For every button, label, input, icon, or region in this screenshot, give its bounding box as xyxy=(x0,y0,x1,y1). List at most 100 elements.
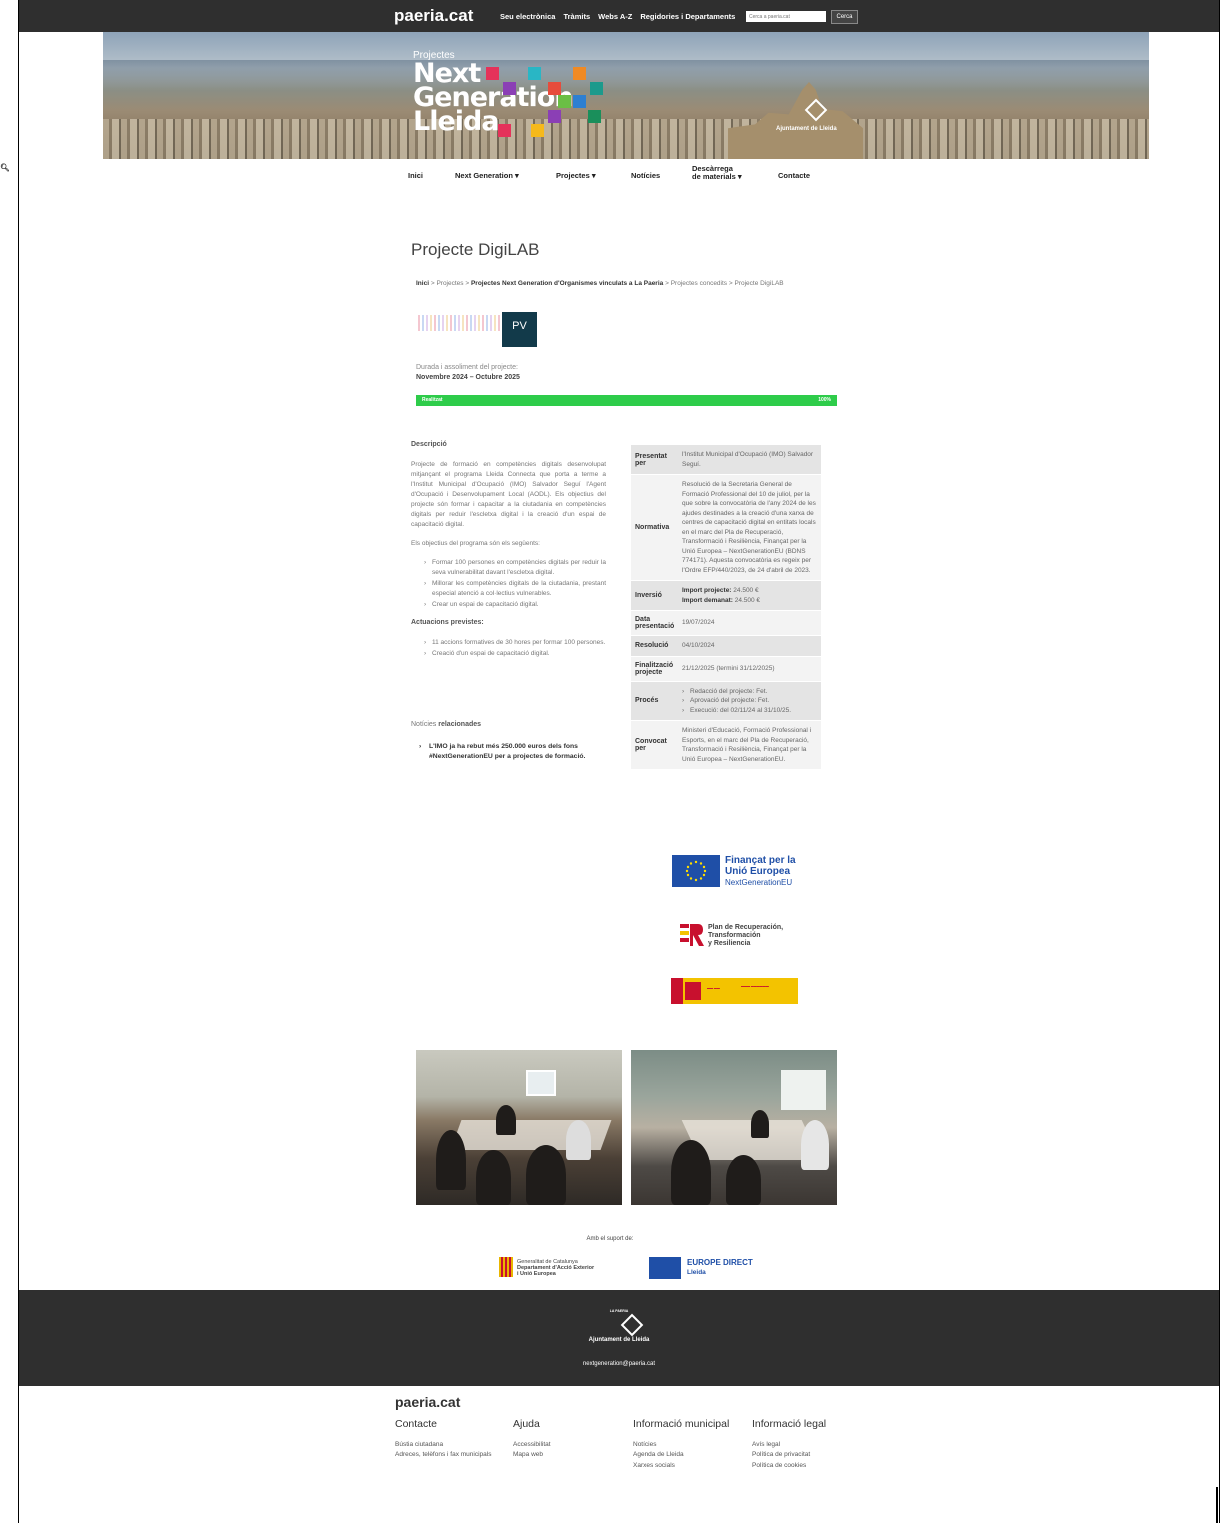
description-column: Descripció Projecte de formació en compe… xyxy=(411,440,606,667)
search-input[interactable] xyxy=(746,11,826,22)
row-key: Procés xyxy=(635,697,659,705)
site-brand[interactable]: paeria.cat xyxy=(394,6,473,26)
person-shape xyxy=(476,1150,511,1205)
chevron-down-icon: ▾ xyxy=(515,171,519,180)
classroom-photo-2 xyxy=(631,1050,837,1205)
eu-line1: Finançat per la xyxy=(725,855,796,866)
spain-gov-text: ▬▬ ▬▬ xyxy=(707,986,720,990)
related-news-link[interactable]: L'IMO ja ha rebut més 250.000 euros dels… xyxy=(419,742,599,762)
link-tramits[interactable]: Tràmits xyxy=(563,12,590,21)
footer-link[interactable]: Avís legal xyxy=(752,1440,826,1451)
eu-funding-text: Finançat per la Unió Europea NextGenerat… xyxy=(725,855,805,888)
page-title: Projecte DigiLAB xyxy=(411,240,540,259)
breadcrumb-inici[interactable]: Inici xyxy=(416,280,429,287)
footer-link[interactable]: Adreces, telèfons i fax municipals xyxy=(395,1450,491,1461)
projection-screen-shape xyxy=(781,1070,826,1110)
row-key: Normativa xyxy=(635,524,670,531)
nav-contacte[interactable]: Contacte xyxy=(778,171,810,180)
list-item: Crear un espai de capacitació digital. xyxy=(424,600,606,610)
logo-square-icon xyxy=(573,67,586,80)
key-line: Convocat xyxy=(635,738,667,745)
pv-stripes-graphic xyxy=(418,315,502,331)
progress-label: Realitzat xyxy=(422,397,443,403)
key-line: Finalització xyxy=(635,661,674,669)
nav-next-generation-label: Next Generation xyxy=(455,171,513,180)
breadcrumb-projectes[interactable]: Projectes xyxy=(436,280,463,287)
banner-city xyxy=(103,119,1149,159)
objectius-intro: Els objectius del programa són els següe… xyxy=(411,540,540,547)
footer-email[interactable]: nextgeneration@paeria.cat xyxy=(19,1361,1219,1367)
table-row: Data presentació 19/07/2024 xyxy=(631,611,821,636)
europe-direct-title: EUROPE DIRECT xyxy=(687,1258,753,1267)
footer-col-title: Informació municipal xyxy=(633,1418,730,1430)
link-webs-az[interactable]: Webs A-Z xyxy=(598,12,632,21)
prtr-text: Plan de Recuperación, Transformación y R… xyxy=(708,924,818,948)
person-shape xyxy=(726,1155,761,1205)
footer-ajuntament: Ajuntament de Lleida xyxy=(588,1337,650,1343)
list-item: Aprovació del projecte: Fet. xyxy=(682,696,817,706)
actuacions-heading: Actuacions previstes: xyxy=(411,619,484,626)
logo-square-icon xyxy=(528,67,541,80)
nav-projectes[interactable]: Projectes ▾ xyxy=(556,171,596,180)
row-value: Resolució de la Secretaria General de Fo… xyxy=(682,481,816,574)
key-line: per xyxy=(635,459,646,467)
related-news-heading: Notícies relacionades xyxy=(411,721,481,728)
progress-percent: 100% xyxy=(818,397,831,403)
table-row: Finalització projecte 21/12/2025 (termini… xyxy=(631,656,821,682)
generalitat-text: Generalitat de Catalunya Departament d'A… xyxy=(517,1259,617,1277)
row-key: Presentat per xyxy=(631,445,678,474)
breadcrumb-concedits[interactable]: Projectes concedits xyxy=(671,280,727,287)
key-line: projecte xyxy=(635,668,663,676)
footer-link[interactable]: Notícies xyxy=(633,1440,729,1451)
footer-link[interactable]: Política de privacitat xyxy=(752,1450,826,1461)
row-value: 19/07/2024 xyxy=(682,619,715,627)
person-shape xyxy=(751,1110,769,1138)
prtr-mark-icon xyxy=(680,924,704,946)
objectius-list: Formar 100 persones en competències digi… xyxy=(424,558,606,610)
row-key: Finalització projecte xyxy=(631,657,678,681)
nav-noticies[interactable]: Notícies xyxy=(631,171,660,180)
breadcrumb-organismes[interactable]: Projectes Next Generation d'Organismes v… xyxy=(471,280,663,287)
table-row: Convocat per Ministeri d'Educació, Formac… xyxy=(631,721,821,770)
person-shape xyxy=(436,1130,466,1190)
person-shape xyxy=(671,1140,711,1205)
link-seu-electronica[interactable]: Seu electrònica xyxy=(500,12,555,21)
footer-brand[interactable]: paeria.cat xyxy=(395,1394,460,1410)
nav-next-generation[interactable]: Next Generation ▾ xyxy=(455,171,519,180)
footer-link[interactable]: Agenda de Lleida xyxy=(633,1450,729,1461)
link-regidories[interactable]: Regidories i Departaments xyxy=(640,12,735,21)
footer-link[interactable]: Política de cookies xyxy=(752,1461,826,1472)
key-line: presentació xyxy=(635,623,675,630)
footer-col-contacte: Contacte Bústia ciutadana Adreces, telèf… xyxy=(395,1419,491,1461)
list-item: 11 accions formatives de 30 hores per fo… xyxy=(424,638,606,648)
nav-descarrega-line2: de materials xyxy=(692,172,736,181)
descripcio-heading: Descripció xyxy=(411,441,447,448)
logo-square-icon xyxy=(531,124,544,137)
table-row: Normativa Resolució de la Secretaria Gen… xyxy=(631,475,821,581)
breadcrumb: Inici > Projectes > Projectes Next Gener… xyxy=(416,280,784,287)
progress-fill: Realitzat 100% xyxy=(416,395,837,406)
nav-inici[interactable]: Inici xyxy=(408,171,423,180)
person-shape xyxy=(801,1120,829,1170)
footer-col-title: Contacte xyxy=(395,1418,438,1430)
page-corner-mark xyxy=(1216,1487,1218,1523)
logo-square-icon xyxy=(548,110,561,123)
footer-link[interactable]: Xarxes socials xyxy=(633,1461,729,1472)
nav-descarrega[interactable]: Descàrrega de materials ▾ xyxy=(692,165,742,181)
eu-flag-icon xyxy=(649,1257,681,1279)
row-value: Ministeri d'Educació, Formació Professio… xyxy=(682,727,812,763)
search-button[interactable]: Cerca xyxy=(831,10,858,24)
logo-square-icon xyxy=(548,82,561,95)
row-key: Convocat per xyxy=(631,721,678,769)
row-value: Import projecte: 24.500 € Import demanat… xyxy=(678,581,821,610)
footer-link[interactable]: Mapa web xyxy=(513,1450,551,1461)
related-news-bold: relacionades xyxy=(438,721,482,728)
spain-government-logo: ▬▬ ▬▬ ▬▬▬ ▬▬▬▬▬▬ xyxy=(671,978,798,1004)
footer-link[interactable]: Bústia ciutadana xyxy=(395,1440,491,1451)
table-row: Presentat per l'Institut Municipal d'Ocup… xyxy=(631,445,821,475)
search-icon[interactable]: 🔍︎ xyxy=(0,163,10,172)
footer-link[interactable]: Accessibilitat xyxy=(513,1440,551,1451)
duration-label: Durada i assoliment del projecte: xyxy=(416,364,518,371)
table-row: Inversió Import projecte: 24.500 € Impor… xyxy=(631,581,821,611)
spain-flag-icon xyxy=(671,978,683,1004)
